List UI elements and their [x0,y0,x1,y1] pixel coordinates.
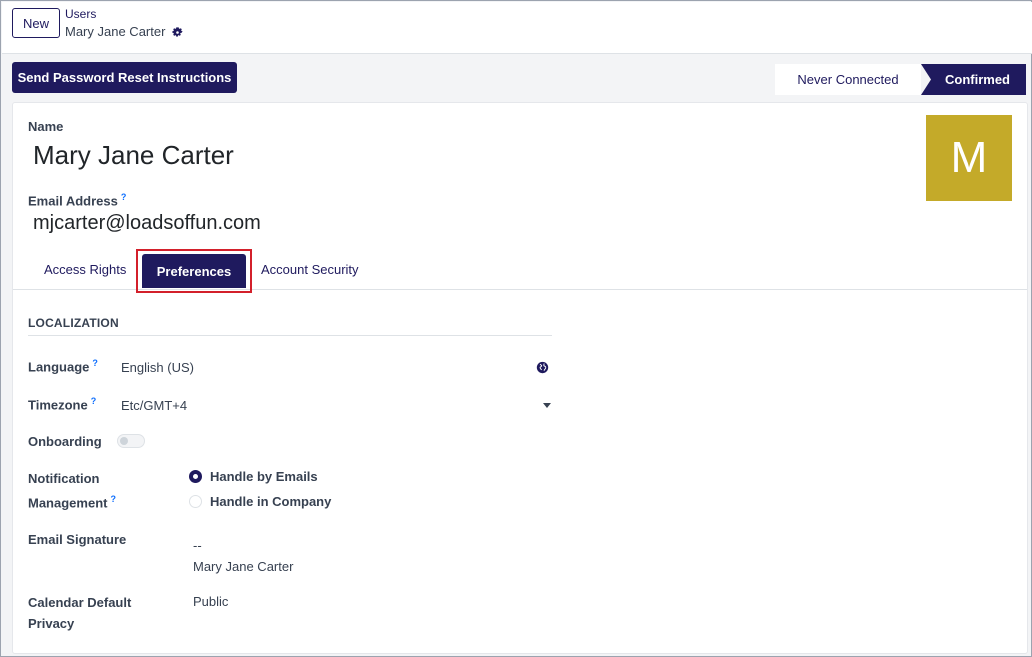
name-label: Name [28,119,64,134]
language-label: Language? [28,358,98,374]
onboarding-label: Onboarding [28,434,102,449]
email-field[interactable]: mjcarter@loadsoffun.com [33,212,261,235]
send-password-reset-button[interactable]: Send Password Reset Instructions [12,62,237,93]
form-sheet: Name Mary Jane Carter Email Address? mjc… [12,102,1028,654]
status-bar: Never Connected Confirmed [775,64,1026,95]
notification-label-line2: Management [28,495,108,511]
timezone-help-icon[interactable]: ? [91,396,97,406]
tab-preferences[interactable]: Preferences [142,254,246,288]
notification-label-line1: Notification [28,471,100,486]
tab-access-rights[interactable]: Access Rights [44,249,126,290]
onboarding-toggle[interactable] [117,434,145,448]
email-signature-field[interactable]: -- Mary Jane Carter [193,535,293,577]
radio-unselected-icon[interactable] [189,495,202,508]
breadcrumb-current: Mary Jane Carter [65,24,166,39]
email-label: Email Address? [28,192,126,208]
notebook-tabs: Access Rights Preferences Account Securi… [13,249,1027,293]
breadcrumb-users-link[interactable]: Users [65,7,184,21]
localization-section-title: LOCALIZATION [28,316,552,336]
status-never-connected[interactable]: Never Connected [775,64,921,95]
calendar-privacy-label: Calendar Default Privacy [28,592,131,634]
tab-account-security[interactable]: Account Security [261,249,359,290]
radio-selected-icon[interactable] [189,470,202,483]
breadcrumb: Users Mary Jane Carter [65,7,184,41]
signature-line-2: Mary Jane Carter [193,559,294,574]
new-button[interactable]: New [12,8,60,38]
calendar-privacy-field[interactable]: Public [193,594,228,609]
timezone-label-text: Timezone [28,397,88,413]
language-label-text: Language [28,359,90,375]
name-field[interactable]: Mary Jane Carter [33,140,234,171]
gear-icon[interactable] [171,26,184,39]
tab-preferences-highlight: Preferences [136,249,252,293]
timezone-select[interactable]: Etc/GMT+4 [121,396,553,416]
language-field[interactable]: English (US) [121,358,553,378]
timezone-value: Etc/GMT+4 [121,398,188,413]
calendar-label-line1: Calendar Default [28,595,132,610]
control-panel: New Users Mary Jane Carter [2,2,1032,54]
toggle-knob [120,437,128,445]
radio-handle-by-emails[interactable]: Handle by Emails [189,469,318,484]
calendar-label-line2: Privacy [28,616,75,631]
radio-label: Handle by Emails [210,469,318,484]
radio-label: Handle in Company [210,494,332,509]
email-help-icon[interactable]: ? [121,192,127,202]
radio-handle-in-company[interactable]: Handle in Company [189,494,331,509]
chevron-down-icon[interactable] [543,403,551,408]
notification-help-icon[interactable]: ? [110,494,116,504]
language-value: English (US) [121,360,194,375]
signature-line-1: -- [193,538,202,553]
timezone-label: Timezone? [28,396,96,412]
notification-label: Notification Management? [28,468,116,513]
window-frame: New Users Mary Jane Carter Send Password… [0,0,1032,657]
avatar[interactable]: M [926,115,1012,201]
status-confirmed[interactable]: Confirmed [921,64,1026,95]
globe-icon[interactable] [536,361,549,374]
email-label-text: Email Address [28,193,118,209]
email-signature-label: Email Signature [28,532,127,547]
language-help-icon[interactable]: ? [92,358,98,368]
